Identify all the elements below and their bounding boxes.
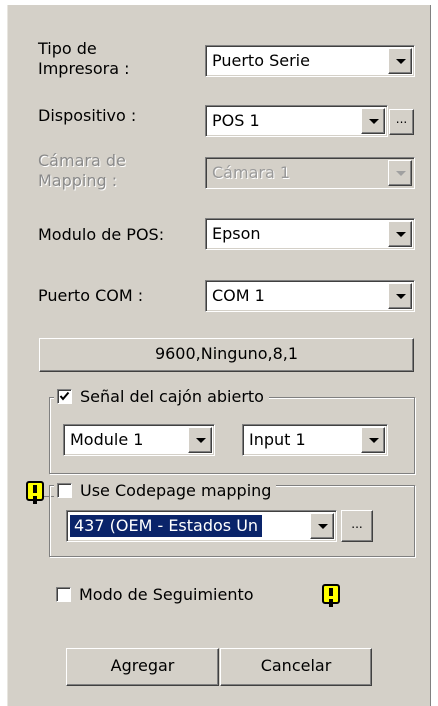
warning-icon (26, 481, 44, 501)
codepage-checkbox[interactable]: Use Codepage mapping (54, 480, 277, 502)
printer-type-label: Tipo de Impresora : (38, 39, 130, 78)
codepage-select[interactable]: 437 (OEM - Estados Un (66, 510, 337, 542)
codepage-value: 437 (OEM - Estados Un (70, 515, 263, 537)
cancel-button[interactable]: Cancelar (220, 648, 372, 686)
warning-icon (322, 584, 340, 604)
cancel-button-label: Cancelar (260, 656, 332, 675)
drawer-signal-label: Señal del cajón abierto (80, 387, 264, 406)
checkbox-checked-icon[interactable] (57, 389, 72, 404)
checkbox-unchecked-icon[interactable] (57, 483, 72, 498)
chevron-down-icon[interactable] (388, 283, 412, 309)
drawer-input-select[interactable]: Input 1 (242, 424, 388, 456)
chevron-down-icon[interactable] (388, 48, 412, 74)
chevron-down-icon[interactable] (388, 160, 412, 186)
pos-module-label: Modulo de POS: (38, 225, 165, 244)
device-browse-button[interactable]: ... (389, 109, 414, 135)
camera-value: Cámara 1 (212, 163, 291, 182)
drawer-signal-checkbox[interactable]: Señal del cajón abierto (54, 386, 269, 408)
com-port-value: COM 1 (212, 286, 265, 305)
device-browse-label: ... (395, 112, 408, 126)
pos-module-select[interactable]: Epson (205, 218, 415, 250)
chevron-down-icon[interactable] (361, 427, 385, 453)
codepage-browse-button[interactable]: ... (341, 510, 373, 542)
com-port-select[interactable]: COM 1 (205, 280, 415, 312)
serial-settings-label: 9600,Ninguno,8,1 (154, 344, 299, 363)
codepage-label: Use Codepage mapping (80, 481, 272, 500)
printer-type-value: Puerto Serie (212, 51, 310, 70)
device-label: Dispositivo : (38, 106, 137, 125)
printer-settings-dialog: Tipo de Impresora : Puerto Serie Disposi… (7, 5, 431, 706)
drawer-input-value: Input 1 (249, 430, 306, 449)
chevron-down-icon[interactable] (310, 513, 334, 539)
tracking-mode-checkbox[interactable]: Modo de Seguimiento (56, 585, 254, 605)
chevron-down-icon[interactable] (388, 221, 412, 247)
drawer-module-select[interactable]: Module 1 (63, 424, 215, 456)
add-button[interactable]: Agregar (66, 648, 219, 686)
chevron-down-icon[interactable] (188, 427, 212, 453)
camera-label: Cámara de Mapping : (38, 151, 126, 190)
drawer-module-value: Module 1 (70, 430, 144, 449)
checkbox-unchecked-icon[interactable] (56, 587, 71, 602)
serial-settings-button[interactable]: 9600,Ninguno,8,1 (39, 338, 414, 372)
pos-module-value: Epson (212, 224, 261, 243)
camera-select[interactable]: Cámara 1 (205, 157, 415, 189)
device-value: POS 1 (212, 111, 260, 130)
device-select[interactable]: POS 1 (205, 105, 388, 137)
com-port-label: Puerto COM : (38, 286, 144, 305)
printer-type-select[interactable]: Puerto Serie (205, 45, 415, 77)
tracking-mode-label: Modo de Seguimiento (79, 585, 254, 604)
add-button-label: Agregar (110, 656, 175, 675)
chevron-down-icon[interactable] (361, 108, 385, 134)
codepage-browse-label: ... (351, 517, 363, 531)
